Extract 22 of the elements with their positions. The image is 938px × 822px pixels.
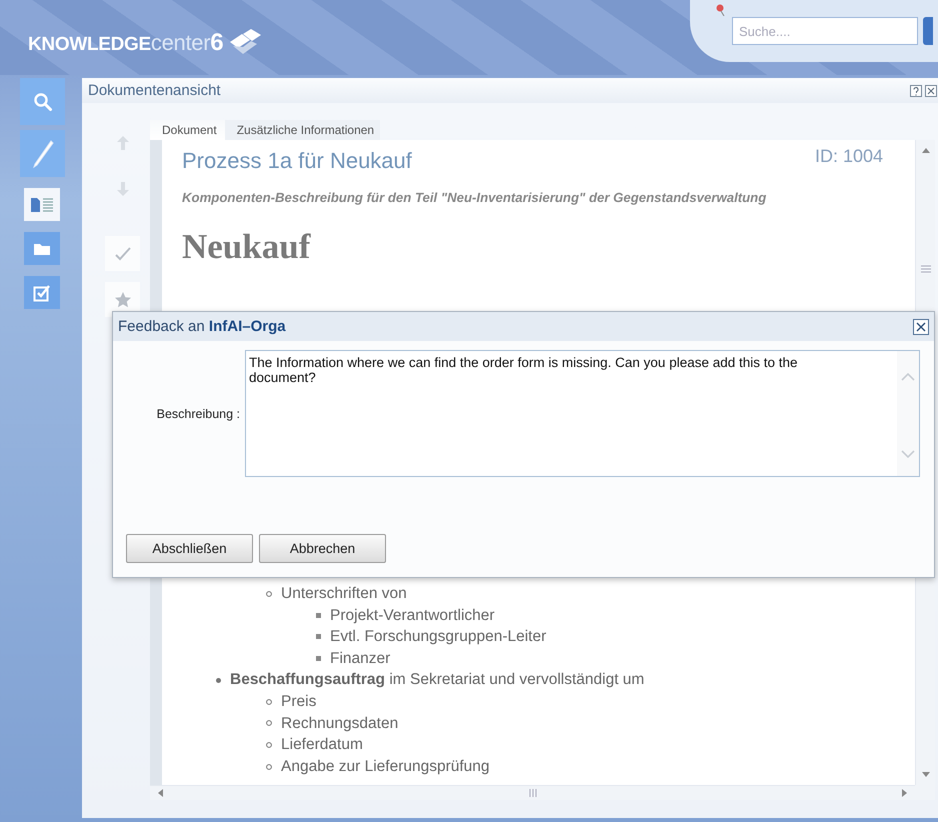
dialog-button[interactable]: Abschließen: [126, 534, 253, 563]
logo-text: KNOWLEDGEcenter6: [28, 28, 224, 56]
dialog-button[interactable]: Abbrechen: [259, 534, 386, 563]
list-item-text: Angabe zur Lieferungsprüfung: [281, 756, 490, 777]
list-item-text: Preis: [281, 692, 316, 712]
field-label: Beschreibung :: [156, 406, 240, 420]
panel-title: Dokumentenansicht: [88, 82, 222, 99]
document-subtitle: Komponenten-Beschreibung für den Teil "Neu-Inventarisierung" der Gegenstandsverwaltung: [182, 190, 768, 205]
list-item-text: Rechnungsdaten: [281, 714, 398, 734]
document-title: Prozess 1a für Neukauf: [182, 148, 412, 174]
list-item-text: Evtl. Forschungsgruppen-Leiter: [330, 627, 546, 648]
tab[interactable]: Zusätzliche Informationen: [224, 120, 380, 140]
document-heading: Neukauf: [182, 227, 312, 267]
document-id: ID: 1004: [814, 146, 883, 167]
list-item-text: Finanzer: [330, 648, 390, 669]
dialog-title: Feedback an InfAI–Orga: [118, 318, 286, 335]
tab[interactable]: Dokument: [150, 120, 225, 140]
search-field[interactable]: Suche....: [732, 17, 918, 45]
list-item-text: Unterschriften von: [281, 584, 407, 604]
list-item-text: Lieferdatum: [281, 735, 363, 756]
list-item-text: Beschaffungsauftrag im Sekretariat und vervollständigt um: [230, 670, 644, 690]
list-item-text: Projekt-Verantwortlicher: [330, 606, 495, 626]
